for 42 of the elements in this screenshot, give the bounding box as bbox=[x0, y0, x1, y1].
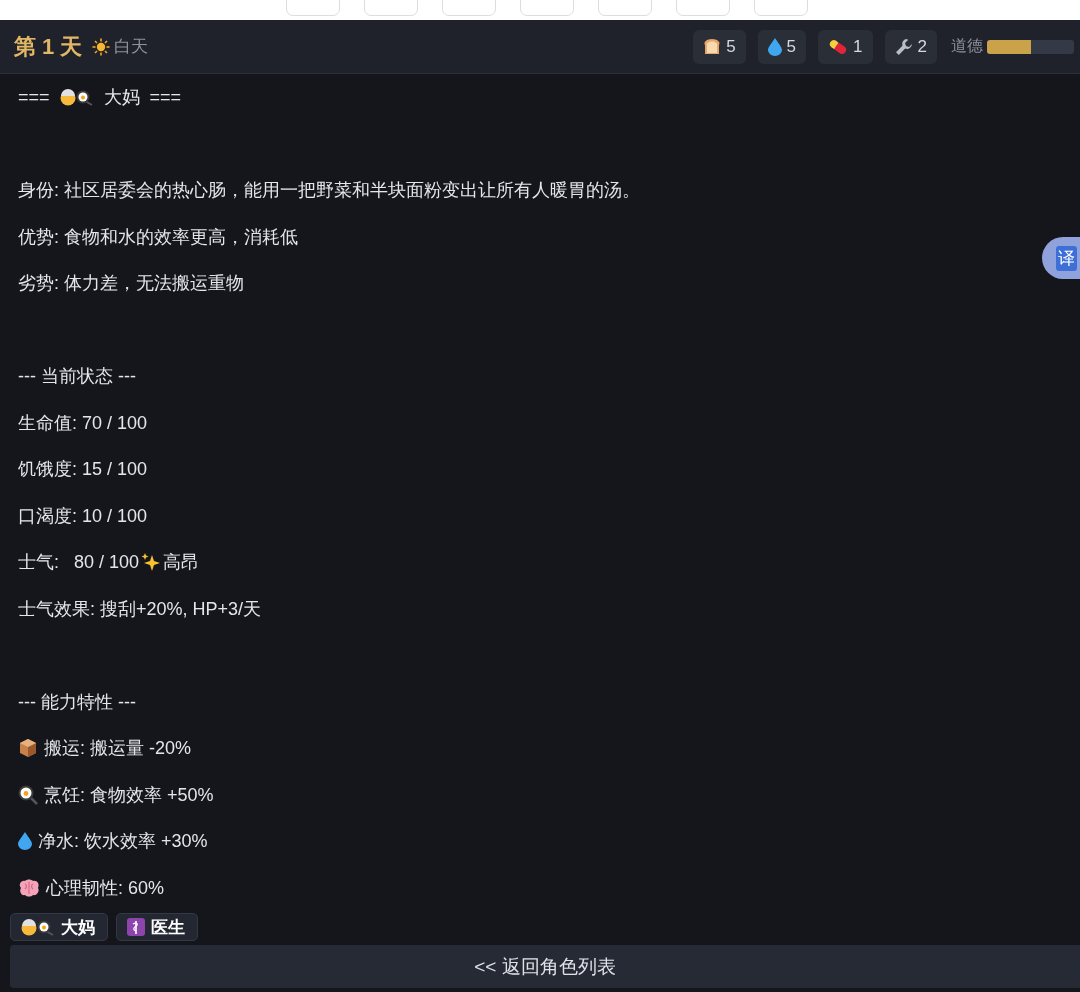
section-heading: --- 能力特性 --- bbox=[18, 690, 136, 714]
title-rule: === bbox=[18, 86, 50, 108]
cook-avatar-icon bbox=[59, 88, 94, 107]
character-tab[interactable]: 大妈 bbox=[10, 913, 108, 941]
water-drop-icon bbox=[767, 37, 782, 56]
pill-icon bbox=[828, 37, 849, 56]
back-button[interactable]: << 返回角色列表 bbox=[10, 945, 1080, 988]
morality-label: 道德 bbox=[951, 36, 983, 56]
ability-line: 烹饪: 食物效率 +50% bbox=[44, 783, 214, 807]
stat-line: 士气: 80 / 100 bbox=[18, 551, 140, 575]
frying-pan-icon bbox=[18, 784, 38, 805]
sun-icon bbox=[92, 37, 111, 56]
stat-line: 饥饿度: 15 / 100 bbox=[18, 458, 148, 482]
stat-line: 士气效果: 搜刮+20%, HP+3/天 bbox=[18, 597, 262, 621]
translate-button[interactable]: 译 bbox=[1042, 237, 1080, 279]
title-rule: === bbox=[149, 86, 182, 108]
stat-line: 生命值: 70 / 100 bbox=[18, 411, 148, 435]
bread-icon bbox=[703, 38, 722, 55]
ability-line: 搬运: 搬运量 -20% bbox=[44, 737, 192, 761]
resource-counter: 5 bbox=[757, 29, 807, 64]
wrench-icon bbox=[894, 37, 913, 56]
ability-line: 净水: 饮水效率 +30% bbox=[38, 830, 208, 854]
medical-staff-icon bbox=[127, 918, 145, 936]
character-tab[interactable]: 医生 bbox=[116, 913, 198, 941]
description-line: 优势: 食物和水的效率更高，消耗低 bbox=[18, 225, 298, 249]
brain-icon bbox=[18, 878, 40, 897]
character-name: 大妈 bbox=[103, 86, 140, 110]
resource-counter: 1 bbox=[818, 29, 873, 64]
section-heading: --- 当前状态 --- bbox=[18, 365, 136, 389]
cook-avatar-icon bbox=[21, 918, 55, 936]
sparkle-icon bbox=[141, 552, 162, 573]
ability-line: 心理韧性: 60% bbox=[46, 876, 165, 900]
resource-counter: 5 bbox=[693, 29, 746, 64]
morale-status: 高昂 bbox=[163, 551, 200, 575]
stat-line: 口渴度: 10 / 100 bbox=[18, 504, 148, 528]
description-line: 劣势: 体力差，无法搬运重物 bbox=[18, 272, 244, 296]
time-of-day: 白天 bbox=[114, 35, 149, 58]
water-drop-icon bbox=[18, 832, 32, 851]
resource-counter: 2 bbox=[884, 29, 937, 64]
box-icon bbox=[18, 738, 38, 759]
description-line: 身份: 社区居委会的热心肠，能用一把野菜和半块面粉变出让所有人暖胃的汤。 bbox=[18, 179, 640, 203]
day-counter: 第 1 天 bbox=[14, 32, 83, 61]
